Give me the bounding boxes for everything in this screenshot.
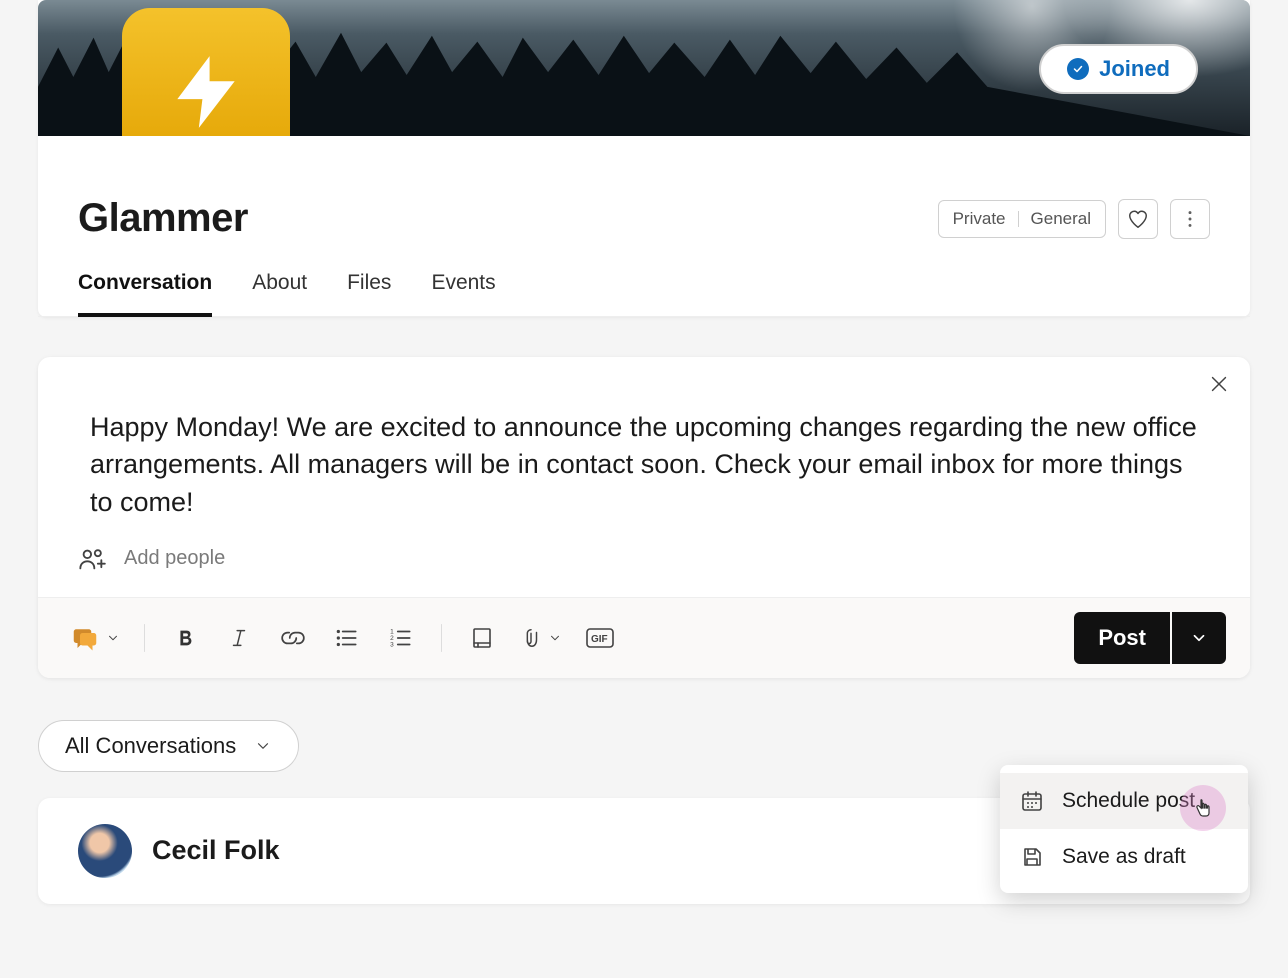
composer-body[interactable]: Happy Monday! We are excited to announce… xyxy=(38,357,1250,541)
header-actions: Private General xyxy=(938,199,1210,239)
close-icon xyxy=(1208,373,1230,395)
divider xyxy=(441,624,442,652)
topics-button[interactable] xyxy=(458,614,506,662)
category-label: General xyxy=(1031,209,1091,229)
italic-icon xyxy=(228,627,250,649)
favorite-button[interactable] xyxy=(1118,199,1158,239)
calendar-icon xyxy=(1020,789,1044,813)
bullet-list-button[interactable] xyxy=(323,614,371,662)
save-draft-label: Save as draft xyxy=(1062,845,1186,869)
composer-close-button[interactable] xyxy=(1208,373,1230,400)
discussion-icon xyxy=(70,623,100,653)
add-people-placeholder[interactable]: Add people xyxy=(124,547,225,570)
privacy-chip[interactable]: Private General xyxy=(938,200,1106,238)
tabs: Conversation About Files Events xyxy=(38,241,1250,317)
tab-events[interactable]: Events xyxy=(431,271,495,316)
heart-icon xyxy=(1127,208,1149,230)
check-icon xyxy=(1067,58,1089,80)
save-draft-item[interactable]: Save as draft xyxy=(1000,829,1248,885)
bold-button[interactable] xyxy=(161,614,209,662)
community-header: Joined Glammer Private General Convers xyxy=(38,0,1250,317)
community-title: Glammer xyxy=(78,196,248,241)
italic-button[interactable] xyxy=(215,614,263,662)
schedule-post-label: Schedule post xyxy=(1062,789,1195,813)
svg-text:3: 3 xyxy=(390,641,394,648)
privacy-label: Private xyxy=(953,209,1006,229)
save-icon xyxy=(1020,845,1044,869)
numbered-list-button[interactable]: 123 xyxy=(377,614,425,662)
link-icon xyxy=(280,625,306,651)
attachment-icon xyxy=(520,627,542,649)
avatar xyxy=(78,824,132,878)
book-icon xyxy=(470,626,494,650)
attachment-button[interactable] xyxy=(512,614,570,662)
gif-icon: GIF xyxy=(585,626,615,650)
more-vertical-icon xyxy=(1179,208,1201,230)
joined-button[interactable]: Joined xyxy=(1039,44,1198,94)
chevron-down-icon xyxy=(548,631,562,645)
svg-text:GIF: GIF xyxy=(591,634,608,645)
chevron-down-icon xyxy=(254,737,272,755)
people-icon xyxy=(78,545,106,573)
post-button[interactable]: Post xyxy=(1074,612,1170,664)
composer-toolbar: 123 GIF Post xyxy=(38,597,1250,678)
bold-icon xyxy=(174,627,196,649)
tab-about[interactable]: About xyxy=(252,271,307,316)
joined-label: Joined xyxy=(1099,56,1170,82)
numbered-list-icon: 123 xyxy=(388,625,414,651)
post-options-menu: Schedule post Save as draft xyxy=(1000,765,1248,893)
tab-files[interactable]: Files xyxy=(347,271,391,316)
tab-conversation[interactable]: Conversation xyxy=(78,271,212,317)
bullet-list-icon xyxy=(334,625,360,651)
community-logo xyxy=(122,8,290,136)
schedule-post-item[interactable]: Schedule post xyxy=(1000,773,1248,829)
more-options-button[interactable] xyxy=(1170,199,1210,239)
composer: Happy Monday! We are excited to announce… xyxy=(38,357,1250,678)
discussion-type-picker[interactable] xyxy=(62,614,128,662)
chevron-down-icon xyxy=(106,631,120,645)
divider xyxy=(144,624,145,652)
gif-button[interactable]: GIF xyxy=(576,614,624,662)
conversation-filter[interactable]: All Conversations xyxy=(38,720,299,772)
filter-label: All Conversations xyxy=(65,733,236,759)
cover-image: Joined xyxy=(38,0,1250,136)
chevron-down-icon xyxy=(1190,629,1208,647)
link-button[interactable] xyxy=(269,614,317,662)
feed-author: Cecil Folk xyxy=(152,835,280,866)
post-split-button: Post xyxy=(1074,612,1226,664)
post-options-button[interactable] xyxy=(1172,612,1226,664)
